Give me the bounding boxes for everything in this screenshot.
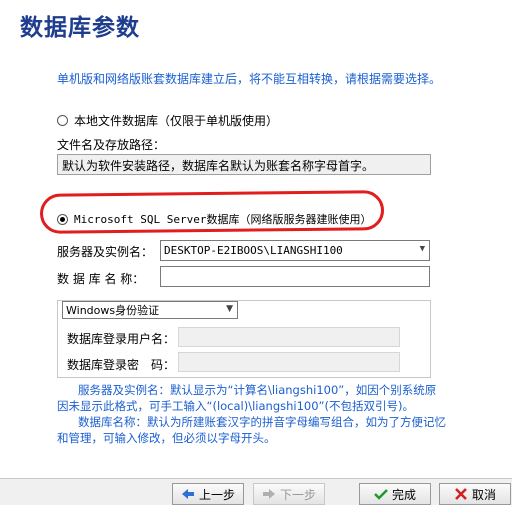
local-db-option[interactable]: 本地文件数据库（仅限于单机版使用）	[57, 112, 278, 129]
local-db-radio[interactable]	[57, 115, 68, 126]
dbname-label: 数 据 库 名 称：	[57, 272, 145, 286]
note-line-4: 和管理，可输入修改，但必须以字母开头。	[57, 431, 276, 445]
arrow-right-icon	[262, 488, 276, 500]
auth-mode-select[interactable]: Windows身份验证 ▼	[62, 301, 238, 319]
path-label: 文件名及存放路径：	[57, 138, 166, 152]
prev-button-label: 上一步	[198, 487, 235, 502]
sql-db-label: Microsoft SQL Server数据库（网络版服务器建账使用）	[74, 213, 372, 226]
chevron-down-icon[interactable]: ▼	[420, 244, 425, 254]
prev-button[interactable]: 上一步	[172, 483, 244, 505]
x-cross-icon	[454, 488, 468, 500]
finish-button[interactable]: 完成	[359, 483, 431, 505]
server-combobox[interactable]: DESKTOP-E2IBOOS\LIANGSHI100 ▼	[160, 240, 430, 261]
auth-mode-value: Windows身份验证	[66, 304, 160, 317]
local-db-label: 本地文件数据库（仅限于单机版使用）	[74, 114, 279, 128]
note-line-3: 数据库名称：默认为所建账套汉字的拼音字母编写组合，如为了方便记忆	[78, 415, 446, 429]
dbname-input[interactable]	[160, 266, 430, 287]
server-label: 服务器及实例名：	[57, 245, 154, 259]
sql-db-option[interactable]: Microsoft SQL Server数据库（网络版服务器建账使用）	[57, 211, 371, 227]
checkmark-icon	[374, 488, 388, 500]
next-button-label: 下一步	[279, 487, 316, 502]
cancel-button[interactable]: 取消	[439, 483, 511, 505]
login-user-input[interactable]	[178, 327, 400, 347]
sql-db-radio[interactable]	[57, 213, 68, 225]
chevron-down-icon[interactable]: ▼	[226, 304, 233, 314]
path-field: 默认为软件安装路径，数据库名默认为账套名称字母首字。	[57, 154, 431, 175]
path-value: 默认为软件安装路径，数据库名默认为账套名称字母首字。	[62, 159, 375, 173]
note-line-1: 服务器及实例名：默认显示为“计算名\liangshi100”，如因个别系统原	[78, 383, 437, 397]
cancel-button-label: 取消	[471, 487, 496, 502]
login-password-input[interactable]	[178, 352, 400, 372]
login-password-label: 数据库登录密 码：	[67, 358, 176, 372]
next-button[interactable]: 下一步	[253, 483, 325, 505]
page-title: 数据库参数	[20, 15, 140, 41]
arrow-left-icon	[181, 488, 195, 500]
login-user-label: 数据库登录用户名：	[67, 332, 176, 346]
server-value: DESKTOP-E2IBOOS\LIANGSHI100	[164, 244, 343, 257]
description-text: 单机版和网络版账套数据库建立后，将不能互相转换，请根据需要选择。	[57, 72, 442, 86]
finish-button-label: 完成	[391, 487, 416, 502]
note-line-2: 因未显示此格式，可手工输入“(local)\liangshi100”(不包括双引…	[57, 399, 414, 413]
